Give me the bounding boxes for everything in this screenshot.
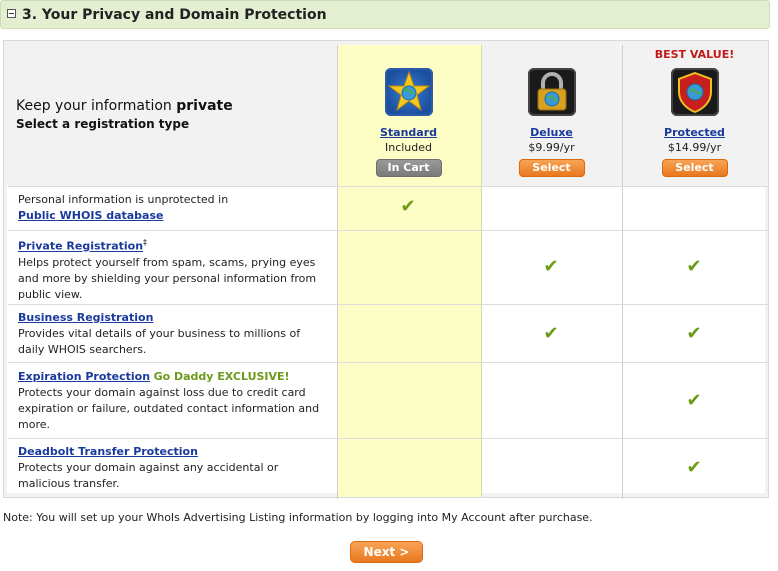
section-title: 3. Your Privacy and Domain Protection (22, 7, 327, 23)
privacy-table: Keep your information private Select a r… (3, 40, 769, 499)
plan-price: $9.99/yr (528, 141, 575, 154)
feature-row-private-registration: Private Registration‡ Helps protect your… (18, 235, 328, 303)
plan-protected-link[interactable]: Protected (623, 126, 766, 139)
feature-text: Personal information is unprotected in (18, 193, 229, 206)
row-divider (8, 230, 768, 231)
row-divider (8, 304, 768, 305)
check-icon: ✔ (686, 323, 702, 344)
intro-text: Keep your information private Select a r… (16, 98, 233, 131)
plan-standard: Standard Included In Cart (337, 48, 480, 177)
feature-description: Protects your domain against loss due to… (18, 386, 320, 431)
check-icon: ✔ (543, 256, 559, 277)
feature-upgrade-columns (481, 186, 765, 493)
plan-price: $14.99/yr (667, 141, 722, 154)
plan-deluxe-link[interactable]: Deluxe (480, 126, 623, 139)
section-header[interactable]: 3. Your Privacy and Domain Protection (0, 0, 770, 29)
feature-row-public-whois: Personal information is unprotected in P… (18, 192, 328, 224)
exclusive-badge: Go Daddy EXCLUSIVE! (153, 370, 290, 383)
plan-badge (337, 48, 480, 62)
deadbolt-transfer-link[interactable]: Deadbolt Transfer Protection (18, 444, 328, 460)
feature-row-business-registration: Business Registration Provides vital det… (18, 310, 328, 358)
row-divider (8, 186, 768, 187)
check-icon: ✔ (686, 256, 702, 277)
intro-line2: Select a registration type (16, 117, 190, 131)
check-icon: ✔ (686, 390, 702, 411)
best-value-badge: BEST VALUE! (654, 48, 735, 61)
feature-row-deadbolt-transfer: Deadbolt Transfer Protection Protects yo… (18, 444, 328, 492)
padlock-globe-icon (527, 68, 576, 116)
select-deluxe-button[interactable]: Select (518, 159, 585, 177)
next-button[interactable]: Next > (350, 541, 423, 563)
feature-description: Protects your domain against any acciden… (18, 461, 279, 490)
plan-deluxe: Deluxe $9.99/yr Select (480, 48, 623, 177)
feature-description: Provides vital details of your business … (18, 327, 301, 356)
in-cart-button[interactable]: In Cart (375, 159, 442, 177)
row-divider (8, 362, 768, 363)
star-globe-icon (384, 68, 433, 116)
footnote-mark: ‡ (143, 238, 148, 247)
business-registration-link[interactable]: Business Registration (18, 310, 328, 326)
plan-protected: BEST VALUE! Protected $14.99/yr Select (623, 48, 766, 177)
expiration-protection-link[interactable]: Expiration Protection (18, 370, 150, 383)
feature-row-expiration-protection: Expiration Protection Go Daddy EXCLUSIVE… (18, 369, 328, 433)
plan-price: Included (384, 141, 433, 154)
private-registration-link[interactable]: Private Registration (18, 240, 143, 253)
feature-description: Helps protect yourself from spam, scams,… (18, 255, 317, 301)
check-icon: ✔ (400, 196, 416, 217)
public-whois-link[interactable]: Public WHOIS database (18, 209, 163, 222)
footer-note: Note: You will set up your WhoIs Adverti… (3, 511, 593, 524)
collapse-icon[interactable] (7, 9, 16, 18)
intro-bold: private (176, 98, 233, 114)
row-divider (8, 438, 768, 439)
plan-standard-link[interactable]: Standard (337, 126, 480, 139)
plan-badge (480, 48, 623, 62)
shield-globe-icon (670, 68, 719, 116)
check-icon: ✔ (686, 457, 702, 478)
intro-line1: Keep your information (16, 98, 177, 114)
select-protected-button[interactable]: Select (661, 159, 728, 177)
check-icon: ✔ (543, 323, 559, 344)
